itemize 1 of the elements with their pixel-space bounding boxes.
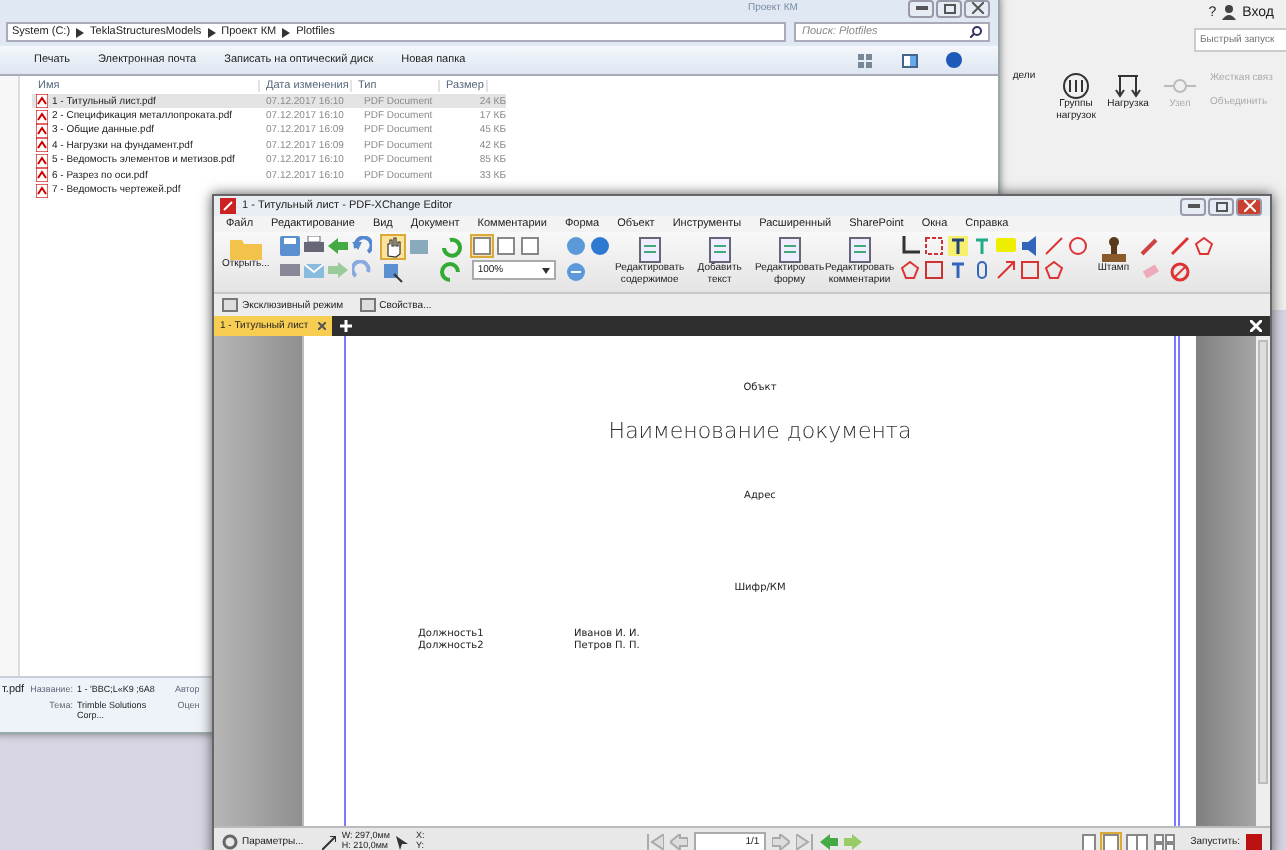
document-title: Наименование документа (608, 418, 912, 444)
